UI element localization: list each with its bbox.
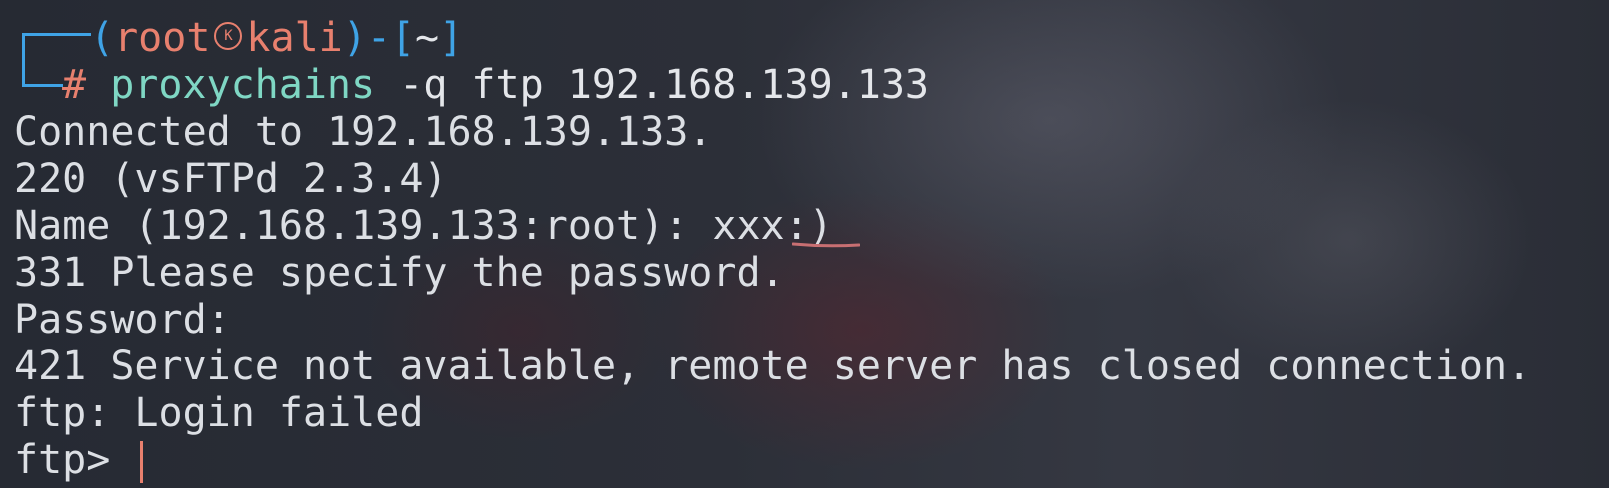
ftp-prompt: ftp> — [14, 437, 135, 483]
prompt-cwd: ~ — [415, 15, 440, 61]
output-line: 220 (vsFTPd 2.3.4) — [14, 156, 448, 202]
terminal-window[interactable]: (root Kkali)-[~] # proxychains -q ftp 192… — [0, 0, 1609, 488]
output-line: Connected to 192.168.139.133. — [14, 109, 713, 155]
prompt-symbol: # — [62, 62, 87, 108]
command-line: # proxychains -q ftp 192.168.139.133 — [62, 61, 929, 109]
spell-underline — [792, 242, 860, 248]
output-line: 421 Service not available, remote server… — [14, 343, 1532, 389]
output-line: ftp: Login failed — [14, 390, 424, 436]
prompt-user: root — [114, 15, 211, 61]
output-line: Password: — [14, 297, 231, 343]
prompt-header: (root Kkali)-[~] — [90, 15, 464, 61]
output-line: Name (192.168.139.133:root): xxx:) — [14, 203, 833, 249]
prompt-host: kali — [246, 15, 343, 61]
output-line: 331 Please specify the password. — [14, 250, 785, 296]
command-args: -q ftp 192.168.139.133 — [375, 62, 929, 108]
command-name: proxychains — [110, 62, 376, 108]
prompt-frame-bottom — [22, 66, 63, 87]
ftp-input-line[interactable]: ftp> — [14, 436, 144, 484]
kali-logo-icon: K — [214, 22, 243, 50]
text-cursor — [140, 441, 144, 483]
